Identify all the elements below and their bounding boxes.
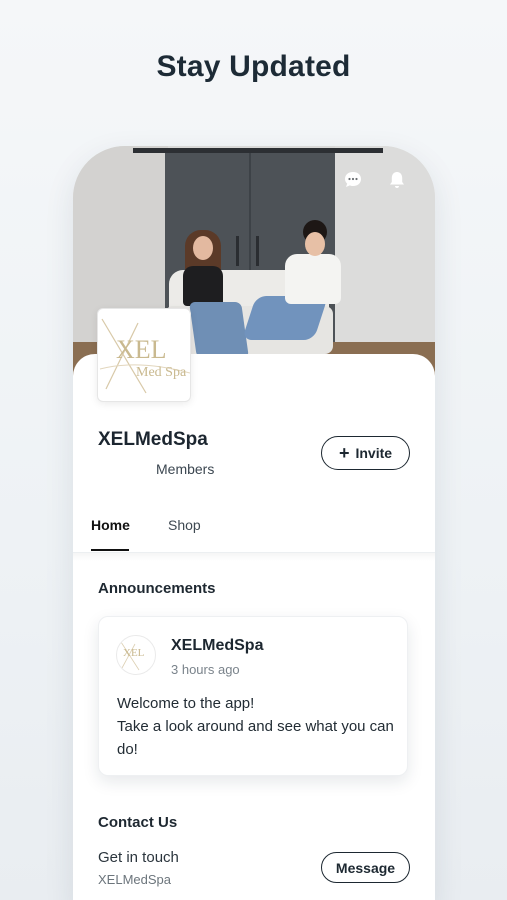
author-avatar: XEL (116, 635, 156, 675)
announcements-title: Announcements (98, 580, 216, 597)
members-count[interactable]: Members (156, 461, 214, 477)
invite-label: Invite (355, 445, 393, 461)
tab-shadow (73, 553, 435, 561)
phone-frame: XEL Med Spa XELMedSpa Members + Invite H… (73, 146, 435, 900)
tab-shop[interactable]: Shop (168, 517, 201, 533)
contact-title: Contact Us (98, 814, 178, 831)
invite-button[interactable]: + Invite (321, 436, 410, 470)
tab-bar: Home Shop (73, 507, 435, 553)
post-time: 3 hours ago (171, 662, 240, 677)
logo-text-sub: Med Spa (136, 365, 187, 380)
announcement-card[interactable]: XEL XELMedSpa 3 hours ago Welcome to the… (98, 616, 408, 776)
tab-active-indicator (91, 549, 129, 551)
post-line-1: Welcome to the app! (117, 695, 255, 712)
post-author[interactable]: XELMedSpa (171, 637, 263, 655)
bell-icon[interactable] (387, 170, 407, 190)
post-line-2: Take a look around and see what you can … (117, 718, 394, 758)
post-body: Welcome to the app! Take a look around a… (117, 692, 397, 761)
profile-sheet: XELMedSpa Members + Invite Home Shop Ann… (73, 354, 435, 900)
site-name: XELMedSpa (98, 429, 208, 450)
site-logo: XEL Med Spa (97, 308, 191, 402)
plus-icon: + (338, 443, 350, 463)
avatar-logo-text: XEL (123, 647, 145, 659)
contact-text: Get in touch (98, 849, 179, 866)
logo-text-main: XEL (116, 335, 167, 364)
message-button[interactable]: Message (321, 852, 410, 883)
page-headline: Stay Updated (156, 50, 351, 83)
chat-icon[interactable] (343, 170, 363, 190)
tab-home[interactable]: Home (91, 517, 130, 533)
contact-subtext: XELMedSpa (98, 872, 171, 887)
